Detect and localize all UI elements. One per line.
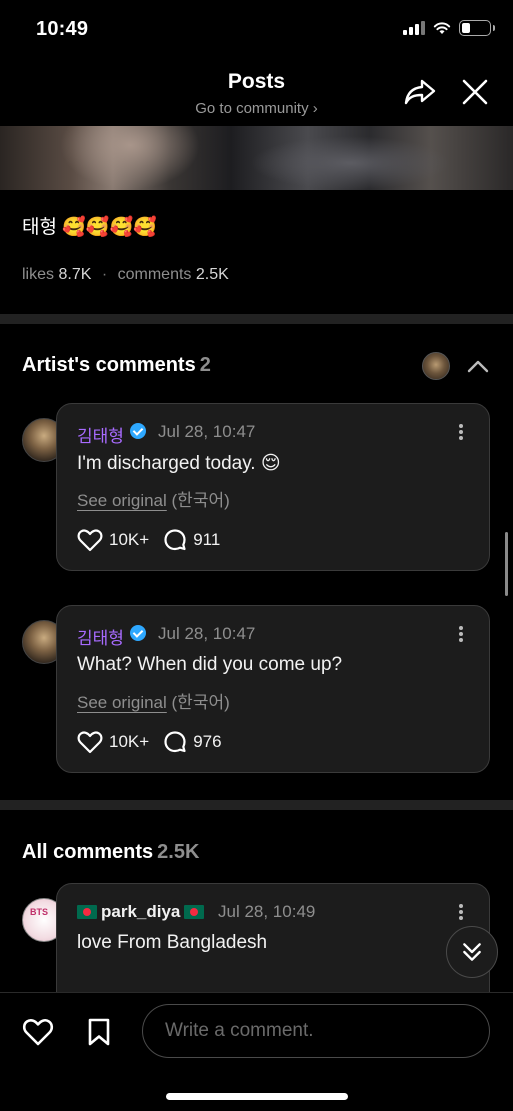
original-language: (한국어) bbox=[171, 693, 230, 712]
artist-mini-avatar[interactable] bbox=[422, 352, 450, 380]
see-original-row: See original (한국어) bbox=[77, 486, 230, 511]
see-original-link[interactable]: See original bbox=[77, 693, 167, 712]
comments-label: comments bbox=[117, 266, 192, 283]
comments-count: 2.5K bbox=[195, 266, 229, 283]
reply-count: 911 bbox=[193, 530, 221, 549]
page-header: Posts Go to community › bbox=[0, 62, 513, 124]
home-indicator bbox=[166, 1093, 348, 1100]
comment-composer-bar bbox=[0, 992, 513, 1111]
comment-author: park_diya bbox=[101, 902, 181, 921]
comment-text: love From Bangladesh bbox=[77, 932, 268, 953]
all-comments-heading: All comments 2.5K bbox=[22, 841, 199, 864]
comment-text: I'm discharged today. 😌 bbox=[77, 453, 281, 474]
likes-count: 8.7K bbox=[58, 266, 92, 283]
heart-icon[interactable] bbox=[77, 730, 103, 754]
post-image[interactable] bbox=[0, 126, 513, 190]
wifi-icon bbox=[433, 22, 451, 34]
artist-comment-card: 김태형 Jul 28, 10:47 What? When did you com… bbox=[56, 605, 490, 773]
heart-icon[interactable] bbox=[77, 528, 103, 552]
comment-date: Jul 28, 10:47 bbox=[158, 422, 256, 441]
see-original-link[interactable]: See original bbox=[77, 491, 167, 510]
section-divider bbox=[0, 314, 513, 324]
like-count: 10K+ bbox=[109, 732, 150, 751]
artist-comments-heading: Artist's comments 2 bbox=[22, 354, 211, 377]
comment-date: Jul 28, 10:47 bbox=[158, 624, 256, 643]
bangladesh-flag-icon bbox=[77, 905, 97, 919]
bookmark-icon[interactable] bbox=[86, 1017, 112, 1047]
bangladesh-flag-icon bbox=[184, 905, 205, 919]
reply-count: 976 bbox=[193, 732, 222, 751]
comment-actions: 10K+ 911 bbox=[77, 528, 220, 552]
more-vertical-icon[interactable] bbox=[451, 422, 471, 442]
status-icons bbox=[403, 20, 495, 36]
section-divider bbox=[0, 800, 513, 810]
likes-label: likes bbox=[22, 266, 55, 283]
post-stats: likes 8.7K · comments 2.5K bbox=[22, 266, 229, 284]
comment-author[interactable]: 김태형 bbox=[77, 624, 124, 649]
status-bar: 10:49 bbox=[0, 0, 513, 60]
comment-actions: 10K+ 976 bbox=[77, 730, 222, 754]
original-language: (한국어) bbox=[171, 491, 230, 510]
comment-date: Jul 28, 10:49 bbox=[218, 902, 316, 921]
scrollbar[interactable] bbox=[505, 532, 508, 596]
artist-comments-title: Artist's comments bbox=[22, 354, 196, 376]
artist-comment-card: 김태형 Jul 28, 10:47 I'm discharged today. … bbox=[56, 403, 490, 571]
status-time: 10:49 bbox=[36, 18, 89, 40]
share-arrow-icon[interactable] bbox=[402, 76, 438, 108]
like-count: 10K+ bbox=[109, 530, 150, 549]
cellular-signal-icon bbox=[403, 21, 425, 35]
close-icon[interactable] bbox=[459, 76, 491, 108]
all-comments-title: All comments bbox=[22, 841, 154, 863]
comment-author[interactable]: 김태형 bbox=[77, 422, 124, 447]
more-vertical-icon[interactable] bbox=[451, 624, 471, 644]
stats-separator: · bbox=[101, 266, 108, 283]
verified-icon bbox=[130, 423, 146, 439]
avatar-text: BTS bbox=[30, 907, 48, 917]
verified-icon bbox=[130, 625, 146, 641]
heart-icon[interactable] bbox=[22, 1017, 54, 1047]
see-original-row: See original (한국어) bbox=[77, 688, 230, 713]
artist-comments-count: 2 bbox=[199, 354, 211, 376]
comment-text: What? When did you come up? bbox=[77, 654, 343, 675]
battery-icon bbox=[459, 20, 495, 36]
comment-bubble-icon[interactable] bbox=[163, 528, 187, 552]
chevron-up-icon[interactable] bbox=[466, 356, 490, 376]
comment-author-row[interactable]: park_diya bbox=[77, 902, 205, 922]
double-chevron-down-icon[interactable] bbox=[446, 926, 498, 978]
comment-bubble-icon[interactable] bbox=[163, 730, 187, 754]
post-text: 태형 🥰🥰🥰🥰 bbox=[22, 217, 157, 238]
more-vertical-icon[interactable] bbox=[451, 902, 471, 922]
all-comments-count: 2.5K bbox=[157, 841, 200, 863]
comment-input[interactable] bbox=[142, 1004, 490, 1058]
